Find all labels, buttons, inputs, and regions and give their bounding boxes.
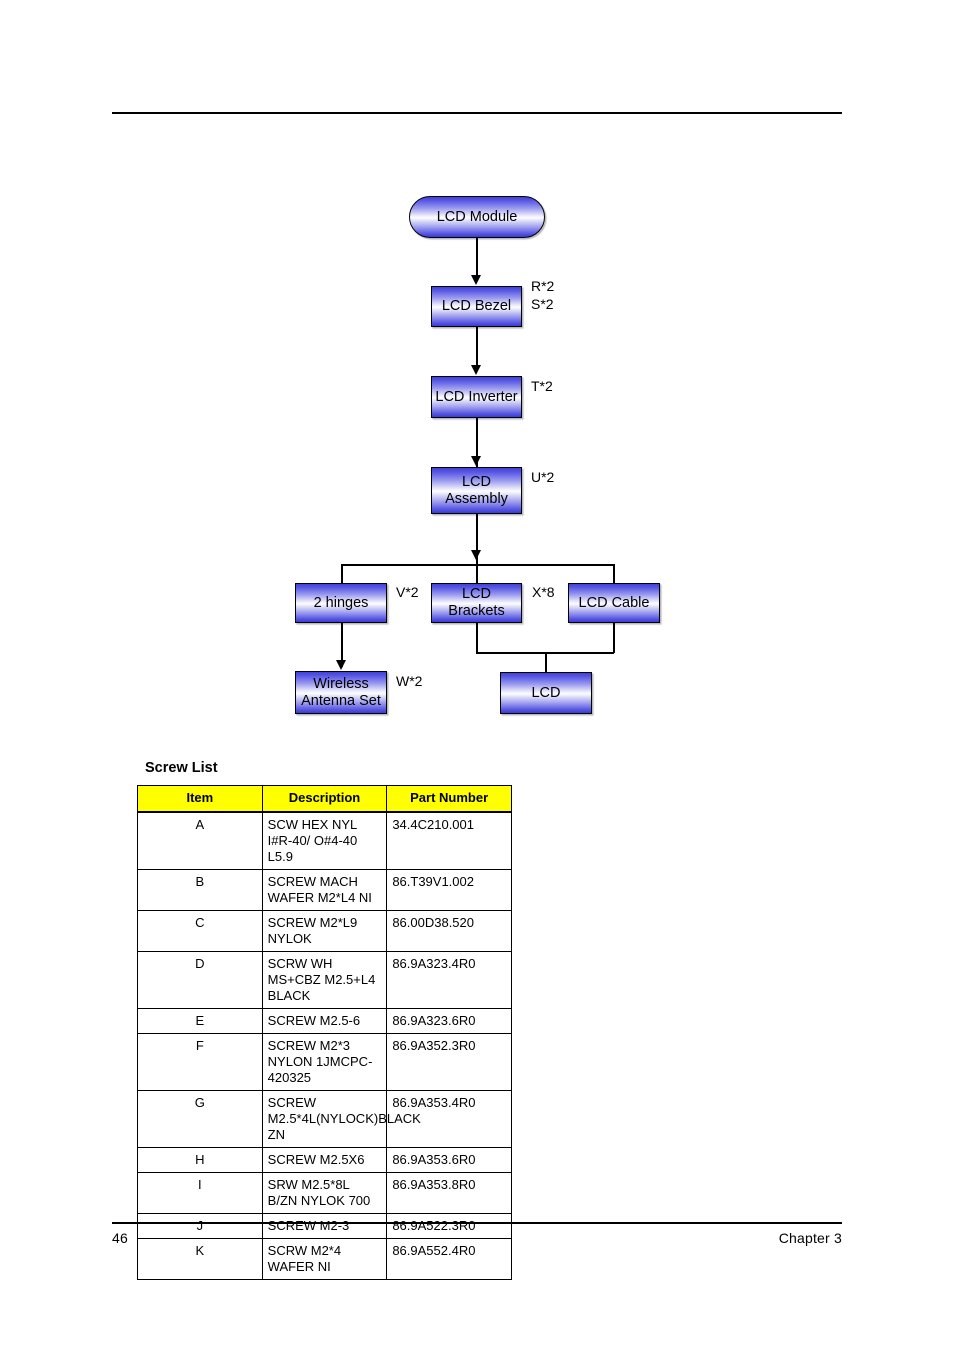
arrowhead-inverter-to-assembly — [471, 456, 482, 466]
cell-part-number: 86.9A352.3R0 — [386, 1033, 512, 1091]
node-two-hinges-label: 2 hinges — [313, 594, 369, 611]
screw-list-table: Item Description Part Number A SCW HEX N… — [137, 785, 512, 1280]
cell-item: G — [137, 1090, 263, 1148]
table-row: D SCRW WH MS+CBZ M2.5+L4 BLACK 86.9A323.… — [137, 951, 512, 1009]
cell-part-number: 86.9A353.6R0 — [386, 1147, 512, 1173]
cell-item: J — [137, 1213, 263, 1239]
node-lcd-assembly[interactable]: LCD Assembly — [431, 467, 522, 514]
cell-item: B — [137, 869, 263, 911]
table-row: H SCREW M2.5X6 86.9A353.6R0 — [137, 1147, 512, 1173]
qty-lcd-inverter: T*2 — [531, 378, 553, 394]
screw-list-title: Screw List — [145, 760, 218, 776]
cell-description: SCREW MACH WAFER M2*L4 NI — [261, 869, 388, 911]
node-lcd[interactable]: LCD — [500, 672, 592, 714]
node-lcd-brackets[interactable]: LCD Brackets — [431, 583, 522, 623]
node-lcd-bezel-label: LCD Bezel — [441, 298, 512, 314]
cell-description: SRW M2.5*8L B/ZN NYLOK 700 — [261, 1172, 388, 1214]
node-lcd-assembly-label: LCD Assembly — [445, 473, 508, 507]
qty-lcd-assembly: U*2 — [531, 469, 555, 485]
node-two-hinges[interactable]: 2 hinges — [295, 583, 387, 623]
lcd-module-disassembly-flowchart: LCD Module LCD Bezel R*2 S*2 LCD Inverte… — [0, 0, 954, 760]
drop-brackets-to-merge — [476, 623, 478, 653]
table-row: E SCREW M2.5-6 86.9A323.6R0 — [137, 1008, 512, 1034]
node-lcd-cable[interactable]: LCD Cable — [568, 583, 660, 623]
cell-part-number: 86.9A353.8R0 — [386, 1172, 512, 1214]
column-header-description: Description — [261, 785, 388, 813]
table-row: A SCW HEX NYL I#R-40/ O#4-40 L5.9 34.4C2… — [137, 811, 512, 870]
connector-merge-to-lcd — [545, 652, 547, 672]
cell-item: E — [137, 1008, 263, 1034]
cell-description: SCREW M2-3 — [261, 1213, 388, 1239]
table-row: K SCRW M2*4 WAFER NI 86.9A552.4R0 — [137, 1238, 512, 1280]
drop-cable-to-merge — [613, 623, 615, 653]
node-lcd-inverter-label: LCD Inverter — [435, 388, 518, 405]
drop-to-two-hinges — [341, 564, 343, 583]
drop-to-lcd-brackets — [476, 564, 478, 583]
cell-description: SCW HEX NYL I#R-40/ O#4-40 L5.9 — [261, 811, 388, 870]
qty-lcd-brackets: X*8 — [532, 584, 555, 600]
table-row: J SCREW M2-3 86.9A522.3R0 — [137, 1213, 512, 1239]
cell-part-number: 86.T39V1.002 — [386, 869, 512, 911]
connector-module-to-bezel — [476, 238, 478, 280]
node-lcd-module[interactable]: LCD Module — [409, 196, 545, 238]
cell-item: H — [137, 1147, 263, 1173]
column-header-item: Item — [137, 785, 263, 813]
drop-to-lcd-cable — [613, 564, 615, 583]
cell-item: A — [137, 811, 263, 870]
node-lcd-brackets-label: LCD Brackets — [448, 586, 505, 619]
connector-bezel-to-inverter — [476, 327, 478, 369]
table-row: B SCREW MACH WAFER M2*L4 NI 86.T39V1.002 — [137, 869, 512, 911]
cell-part-number: 34.4C210.001 — [386, 811, 512, 870]
cell-part-number: 86.9A323.4R0 — [386, 951, 512, 1009]
qty-wireless-antenna-set: W*2 — [396, 673, 423, 689]
node-lcd-label: LCD — [531, 684, 561, 701]
node-wireless-antenna-set-label: Wireless Antenna Set — [301, 675, 381, 709]
cell-description: SCREW M2*L9 NYLOK — [261, 910, 388, 952]
table-row: G SCREW M2.5*4L(NYLOCK)BLACK ZN 86.9A353… — [137, 1090, 512, 1148]
footer-chapter-label: Chapter 3 — [778, 1230, 842, 1246]
cell-description: SCREW M2.5*4L(NYLOCK)BLACK ZN — [261, 1090, 421, 1148]
qty-two-hinges: V*2 — [396, 584, 419, 600]
footer-page-number: 46 — [112, 1230, 128, 1246]
cell-item: C — [137, 910, 263, 952]
cell-item: I — [137, 1172, 263, 1214]
qty-lcd-bezel: R*2 S*2 — [531, 278, 555, 312]
arrowhead-module-to-bezel — [471, 275, 482, 285]
table-row: I SRW M2.5*8L B/ZN NYLOK 700 86.9A353.8R… — [137, 1172, 512, 1214]
node-lcd-cable-label: LCD Cable — [578, 594, 650, 611]
cell-description: SCREW M2*3 NYLON 1JMCPC-420325 — [261, 1033, 388, 1091]
cell-description: SCRW WH MS+CBZ M2.5+L4 BLACK — [261, 951, 388, 1009]
cell-item: K — [137, 1238, 263, 1280]
arrowhead-bezel-to-inverter — [471, 365, 482, 375]
cell-part-number: 86.00D38.520 — [386, 910, 512, 952]
node-lcd-module-label: LCD Module — [436, 208, 518, 225]
arrowhead-hinges-to-antenna — [336, 660, 347, 670]
cell-part-number: 86.9A323.6R0 — [386, 1008, 512, 1034]
footer-rule — [112, 1222, 842, 1224]
cell-item: D — [137, 951, 263, 1009]
table-row: C SCREW M2*L9 NYLOK 86.00D38.520 — [137, 910, 512, 952]
node-lcd-bezel[interactable]: LCD Bezel — [431, 286, 522, 327]
cell-description: SCRW M2*4 WAFER NI — [261, 1238, 388, 1280]
cell-item: F — [137, 1033, 263, 1091]
node-wireless-antenna-set[interactable]: Wireless Antenna Set — [295, 671, 387, 714]
cell-part-number: 86.9A552.4R0 — [386, 1238, 512, 1280]
node-lcd-inverter[interactable]: LCD Inverter — [431, 376, 522, 418]
table-row: F SCREW M2*3 NYLON 1JMCPC-420325 86.9A35… — [137, 1033, 512, 1091]
cell-part-number: 86.9A522.3R0 — [386, 1213, 512, 1239]
cell-description: SCREW M2.5X6 — [261, 1147, 388, 1173]
cell-description: SCREW M2.5-6 — [261, 1008, 388, 1034]
table-header-row: Item Description Part Number — [137, 785, 512, 813]
arrowhead-assembly-to-bus — [471, 550, 482, 560]
column-header-part-number: Part Number — [386, 785, 512, 813]
